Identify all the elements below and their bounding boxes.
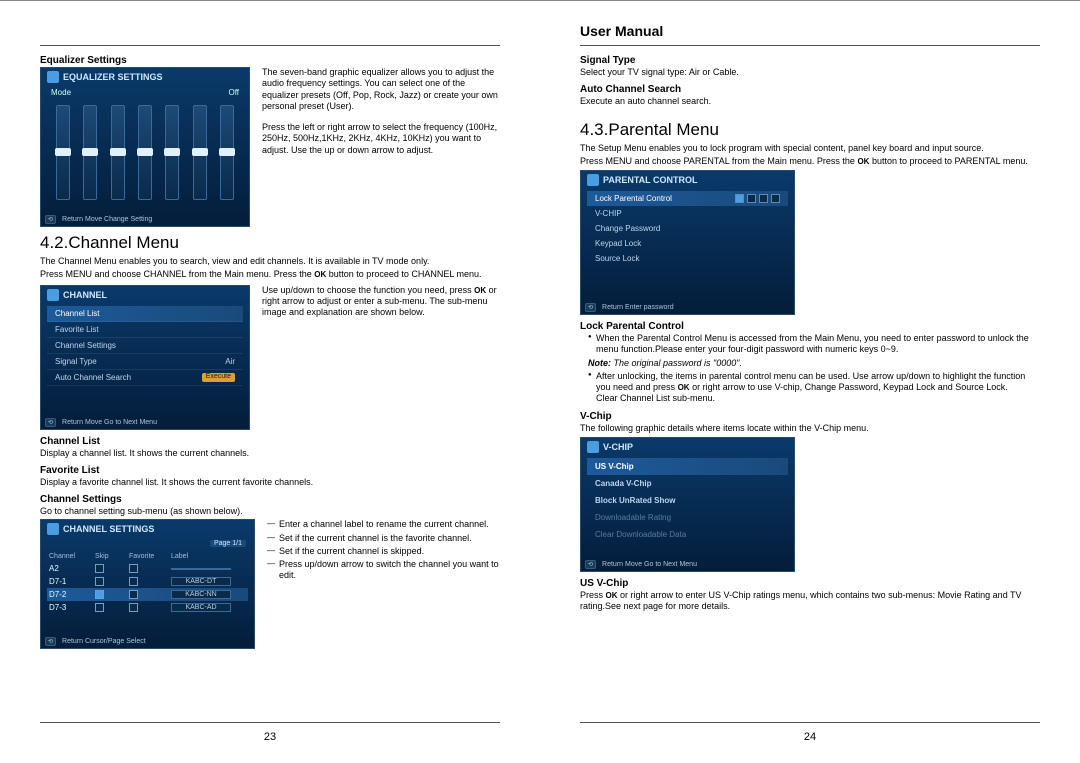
rule-bottom — [580, 36, 1040, 723]
page-number-23: 23 — [0, 731, 540, 743]
rule-bottom — [40, 36, 500, 723]
page-23: Equalizer Settings EQUALIZER SETTINGS Mo… — [0, 0, 540, 763]
page-number-24: 24 — [540, 731, 1080, 743]
page-24: User Manual Signal Type Select your TV s… — [540, 0, 1080, 763]
